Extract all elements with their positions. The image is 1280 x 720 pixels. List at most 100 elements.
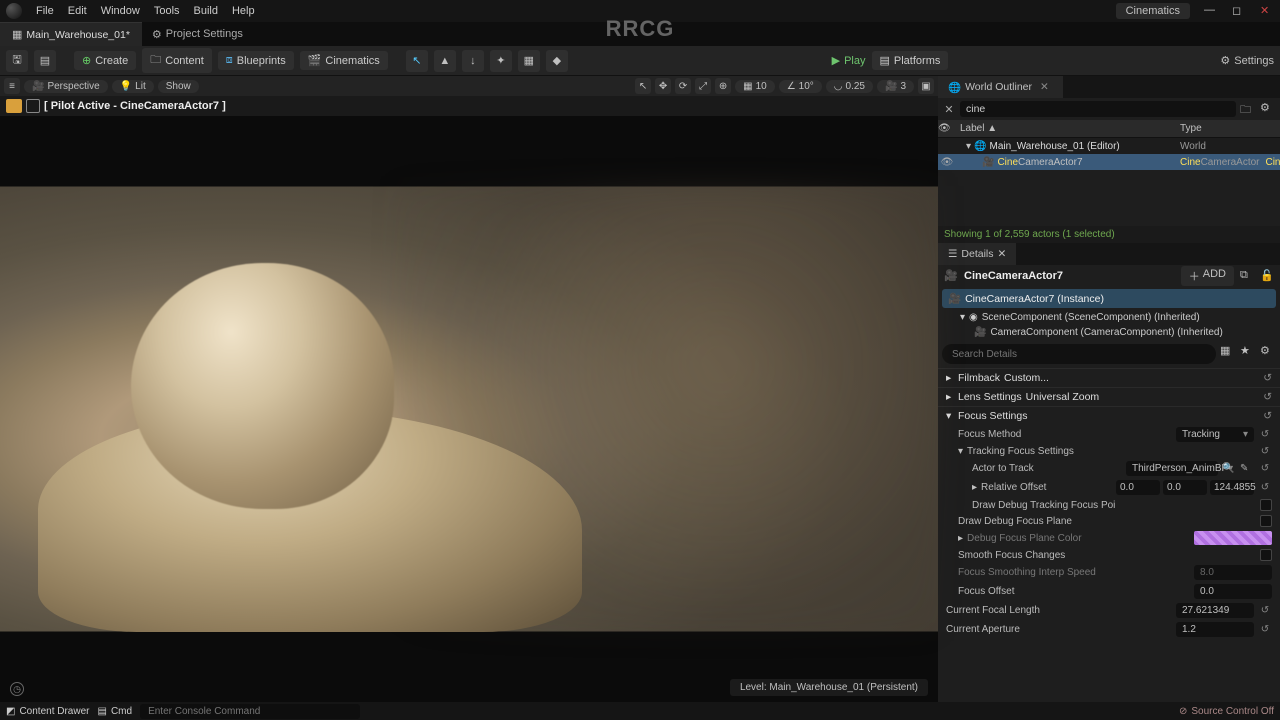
cat-lens[interactable]: ▸Lens SettingsUniversal Zoom↺ bbox=[938, 387, 1280, 406]
details-grid-icon[interactable]: ▦ bbox=[1220, 344, 1236, 360]
draw-plane-checkbox[interactable] bbox=[1260, 515, 1272, 527]
pilot-eject-button[interactable] bbox=[26, 99, 40, 113]
vp-cam-speed[interactable]: 🎥 3 bbox=[877, 80, 914, 93]
outliner-col-label[interactable]: Label ▲ bbox=[956, 123, 1180, 134]
viewport-show-dropdown[interactable]: Show bbox=[158, 80, 199, 93]
reset-icon[interactable]: ↺ bbox=[1258, 605, 1272, 616]
menu-tools[interactable]: Tools bbox=[154, 5, 180, 17]
vp-rotate-icon[interactable]: ⟳ bbox=[675, 78, 691, 94]
vp-scale-icon[interactable]: ⤢ bbox=[695, 78, 711, 94]
details-search-input[interactable] bbox=[942, 344, 1216, 364]
viewport-perspective-dropdown[interactable]: 🎥 Perspective bbox=[24, 80, 108, 93]
vp-select-icon[interactable]: ↖ bbox=[635, 78, 651, 94]
focal-input[interactable]: 27.621349 bbox=[1176, 603, 1254, 618]
details-gear-icon[interactable]: ⚙ bbox=[1260, 344, 1276, 360]
details-lock-icon[interactable]: 🔓 bbox=[1260, 269, 1274, 283]
offset-z-input[interactable]: 124.4855 bbox=[1210, 480, 1254, 495]
reset-icon[interactable]: ↺ bbox=[1263, 410, 1272, 422]
content-button[interactable]: 🗀Content bbox=[142, 48, 212, 73]
tool-landscape-icon[interactable]: ▲ bbox=[434, 50, 456, 72]
menu-build[interactable]: Build bbox=[194, 5, 218, 17]
aperture-input[interactable]: 1.2 bbox=[1176, 622, 1254, 637]
chevron-right-icon[interactable]: ▸ bbox=[972, 482, 977, 493]
cat-filmback[interactable]: ▸FilmbackCustom...↺ bbox=[938, 368, 1280, 387]
add-component-button[interactable]: ＋ADD bbox=[1181, 266, 1234, 286]
tool-mesh-icon[interactable]: ▦ bbox=[518, 50, 540, 72]
outliner-search-clear-icon[interactable]: ✕ bbox=[942, 103, 956, 116]
details-fav-icon[interactable]: ★ bbox=[1240, 344, 1256, 360]
offset-y-input[interactable]: 0.0 bbox=[1163, 480, 1207, 495]
viewport-hint-icon[interactable]: ◷ bbox=[10, 682, 24, 696]
offset-x-input[interactable]: 0.0 bbox=[1116, 480, 1160, 495]
details-close-icon[interactable]: ✕ bbox=[998, 248, 1007, 260]
eye-icon[interactable]: 👁 bbox=[938, 157, 956, 168]
component-camera-row[interactable]: 🎥CameraComponent (CameraComponent) (Inhe… bbox=[938, 325, 1280, 340]
vp-scale-snap[interactable]: ◡ 0.25 bbox=[826, 80, 873, 93]
cinematics-button[interactable]: 🎬Cinematics bbox=[300, 51, 388, 70]
actor-track-dropdown[interactable]: ThirdPerson_AnimBP bbox=[1126, 461, 1218, 476]
reset-icon[interactable]: ↺ bbox=[1263, 372, 1272, 384]
plane-color-swatch[interactable] bbox=[1194, 531, 1272, 545]
outliner-col-vis[interactable]: 👁 bbox=[938, 123, 956, 134]
vp-grid-snap[interactable]: ▦ 10 bbox=[735, 80, 775, 93]
outliner-search-input[interactable] bbox=[960, 101, 1236, 117]
component-scene-row[interactable]: ▾◉SceneComponent (SceneComponent) (Inher… bbox=[938, 310, 1280, 325]
menu-file[interactable]: File bbox=[36, 5, 54, 17]
chevron-down-icon[interactable]: ▾ bbox=[958, 141, 971, 152]
content-drawer-button[interactable]: ◩ Content Drawer bbox=[6, 706, 89, 717]
vp-rot-snap[interactable]: ∠ 10° bbox=[779, 80, 822, 93]
outliner-row-actor[interactable]: 👁 🎥CineCameraActor7 CineCameraActorCineC… bbox=[938, 154, 1280, 170]
outliner-add-folder-icon[interactable]: 🗀 bbox=[1240, 101, 1256, 117]
cmd-button[interactable]: ▤ Cmd bbox=[97, 706, 132, 717]
draw-track-checkbox[interactable] bbox=[1260, 499, 1272, 511]
modes-button[interactable]: ▤ bbox=[34, 50, 56, 72]
tab-details[interactable]: ☰Details✕ bbox=[938, 243, 1016, 265]
viewport-canvas[interactable]: Level: Main_Warehouse_01 (Persistent) ◷ bbox=[0, 116, 938, 702]
tool-select-icon[interactable]: ↖ bbox=[406, 50, 428, 72]
vp-globe-icon[interactable]: ⊕ bbox=[715, 78, 731, 94]
platforms-button[interactable]: ▤Platforms bbox=[872, 51, 949, 70]
eyedropper-icon[interactable]: ✎ bbox=[1240, 463, 1254, 474]
smooth-checkbox[interactable] bbox=[1260, 549, 1272, 561]
source-control-status[interactable]: ⊘ Source Control Off bbox=[1179, 706, 1274, 717]
menu-cinematics-pill[interactable]: Cinematics bbox=[1116, 3, 1190, 19]
filmback-dropdown[interactable]: Custom... bbox=[1004, 372, 1049, 384]
reset-icon[interactable]: ↺ bbox=[1258, 463, 1272, 474]
tool-foliage-icon[interactable]: ↓ bbox=[462, 50, 484, 72]
menu-help[interactable]: Help bbox=[232, 5, 255, 17]
chevron-right-icon[interactable]: ▸ bbox=[958, 533, 963, 544]
outliner-row-world[interactable]: ▾🌐Main_Warehouse_01 (Editor) World bbox=[938, 138, 1280, 154]
outliner-col-type[interactable]: Type bbox=[1180, 123, 1280, 134]
create-button[interactable]: ⊕Create bbox=[74, 51, 136, 70]
reset-icon[interactable]: ↺ bbox=[1258, 429, 1272, 440]
window-max-icon[interactable]: ◻ bbox=[1232, 4, 1246, 18]
cat-focus[interactable]: ▾Focus Settings↺ bbox=[938, 406, 1280, 425]
reset-icon[interactable]: ↺ bbox=[1263, 391, 1272, 403]
vp-max-icon[interactable]: ▣ bbox=[918, 78, 934, 94]
focus-offset-input[interactable]: 0.0 bbox=[1194, 584, 1272, 599]
search-icon[interactable]: 🔍 bbox=[1222, 463, 1236, 474]
tab-level[interactable]: ▦ Main_Warehouse_01* bbox=[0, 22, 142, 46]
outliner-settings-icon[interactable]: ⚙ bbox=[1260, 101, 1276, 117]
tool-fracture-icon[interactable]: ◆ bbox=[546, 50, 568, 72]
lens-dropdown[interactable]: Universal Zoom bbox=[1026, 391, 1100, 403]
menu-window[interactable]: Window bbox=[101, 5, 140, 17]
window-min-icon[interactable]: — bbox=[1204, 4, 1218, 18]
tab-project-settings[interactable]: ⚙ Project Settings bbox=[142, 22, 253, 46]
console-input[interactable] bbox=[140, 704, 360, 719]
toolbar-settings-button[interactable]: ⚙Settings bbox=[1220, 54, 1274, 67]
component-instance-row[interactable]: 🎥CineCameraActor7 (Instance) bbox=[942, 289, 1276, 308]
vp-move-icon[interactable]: ✥ bbox=[655, 78, 671, 94]
outliner-close-icon[interactable]: ✕ bbox=[1036, 81, 1053, 93]
smooth-speed-input[interactable]: 8.0 bbox=[1194, 565, 1272, 580]
play-button[interactable]: Play bbox=[832, 54, 866, 67]
viewport-lit-dropdown[interactable]: 💡 Lit bbox=[112, 80, 154, 93]
blueprints-button[interactable]: ⧈Blueprints bbox=[218, 51, 294, 70]
viewport-menu-icon[interactable]: ≡ bbox=[4, 78, 20, 94]
reset-icon[interactable]: ↺ bbox=[1258, 482, 1272, 493]
window-close-icon[interactable]: ✕ bbox=[1260, 4, 1274, 18]
focus-method-dropdown[interactable]: Tracking bbox=[1176, 427, 1254, 442]
save-button[interactable]: 🖫 bbox=[6, 50, 28, 72]
reset-icon[interactable]: ↺ bbox=[1258, 624, 1272, 635]
tool-brush-icon[interactable]: ✦ bbox=[490, 50, 512, 72]
